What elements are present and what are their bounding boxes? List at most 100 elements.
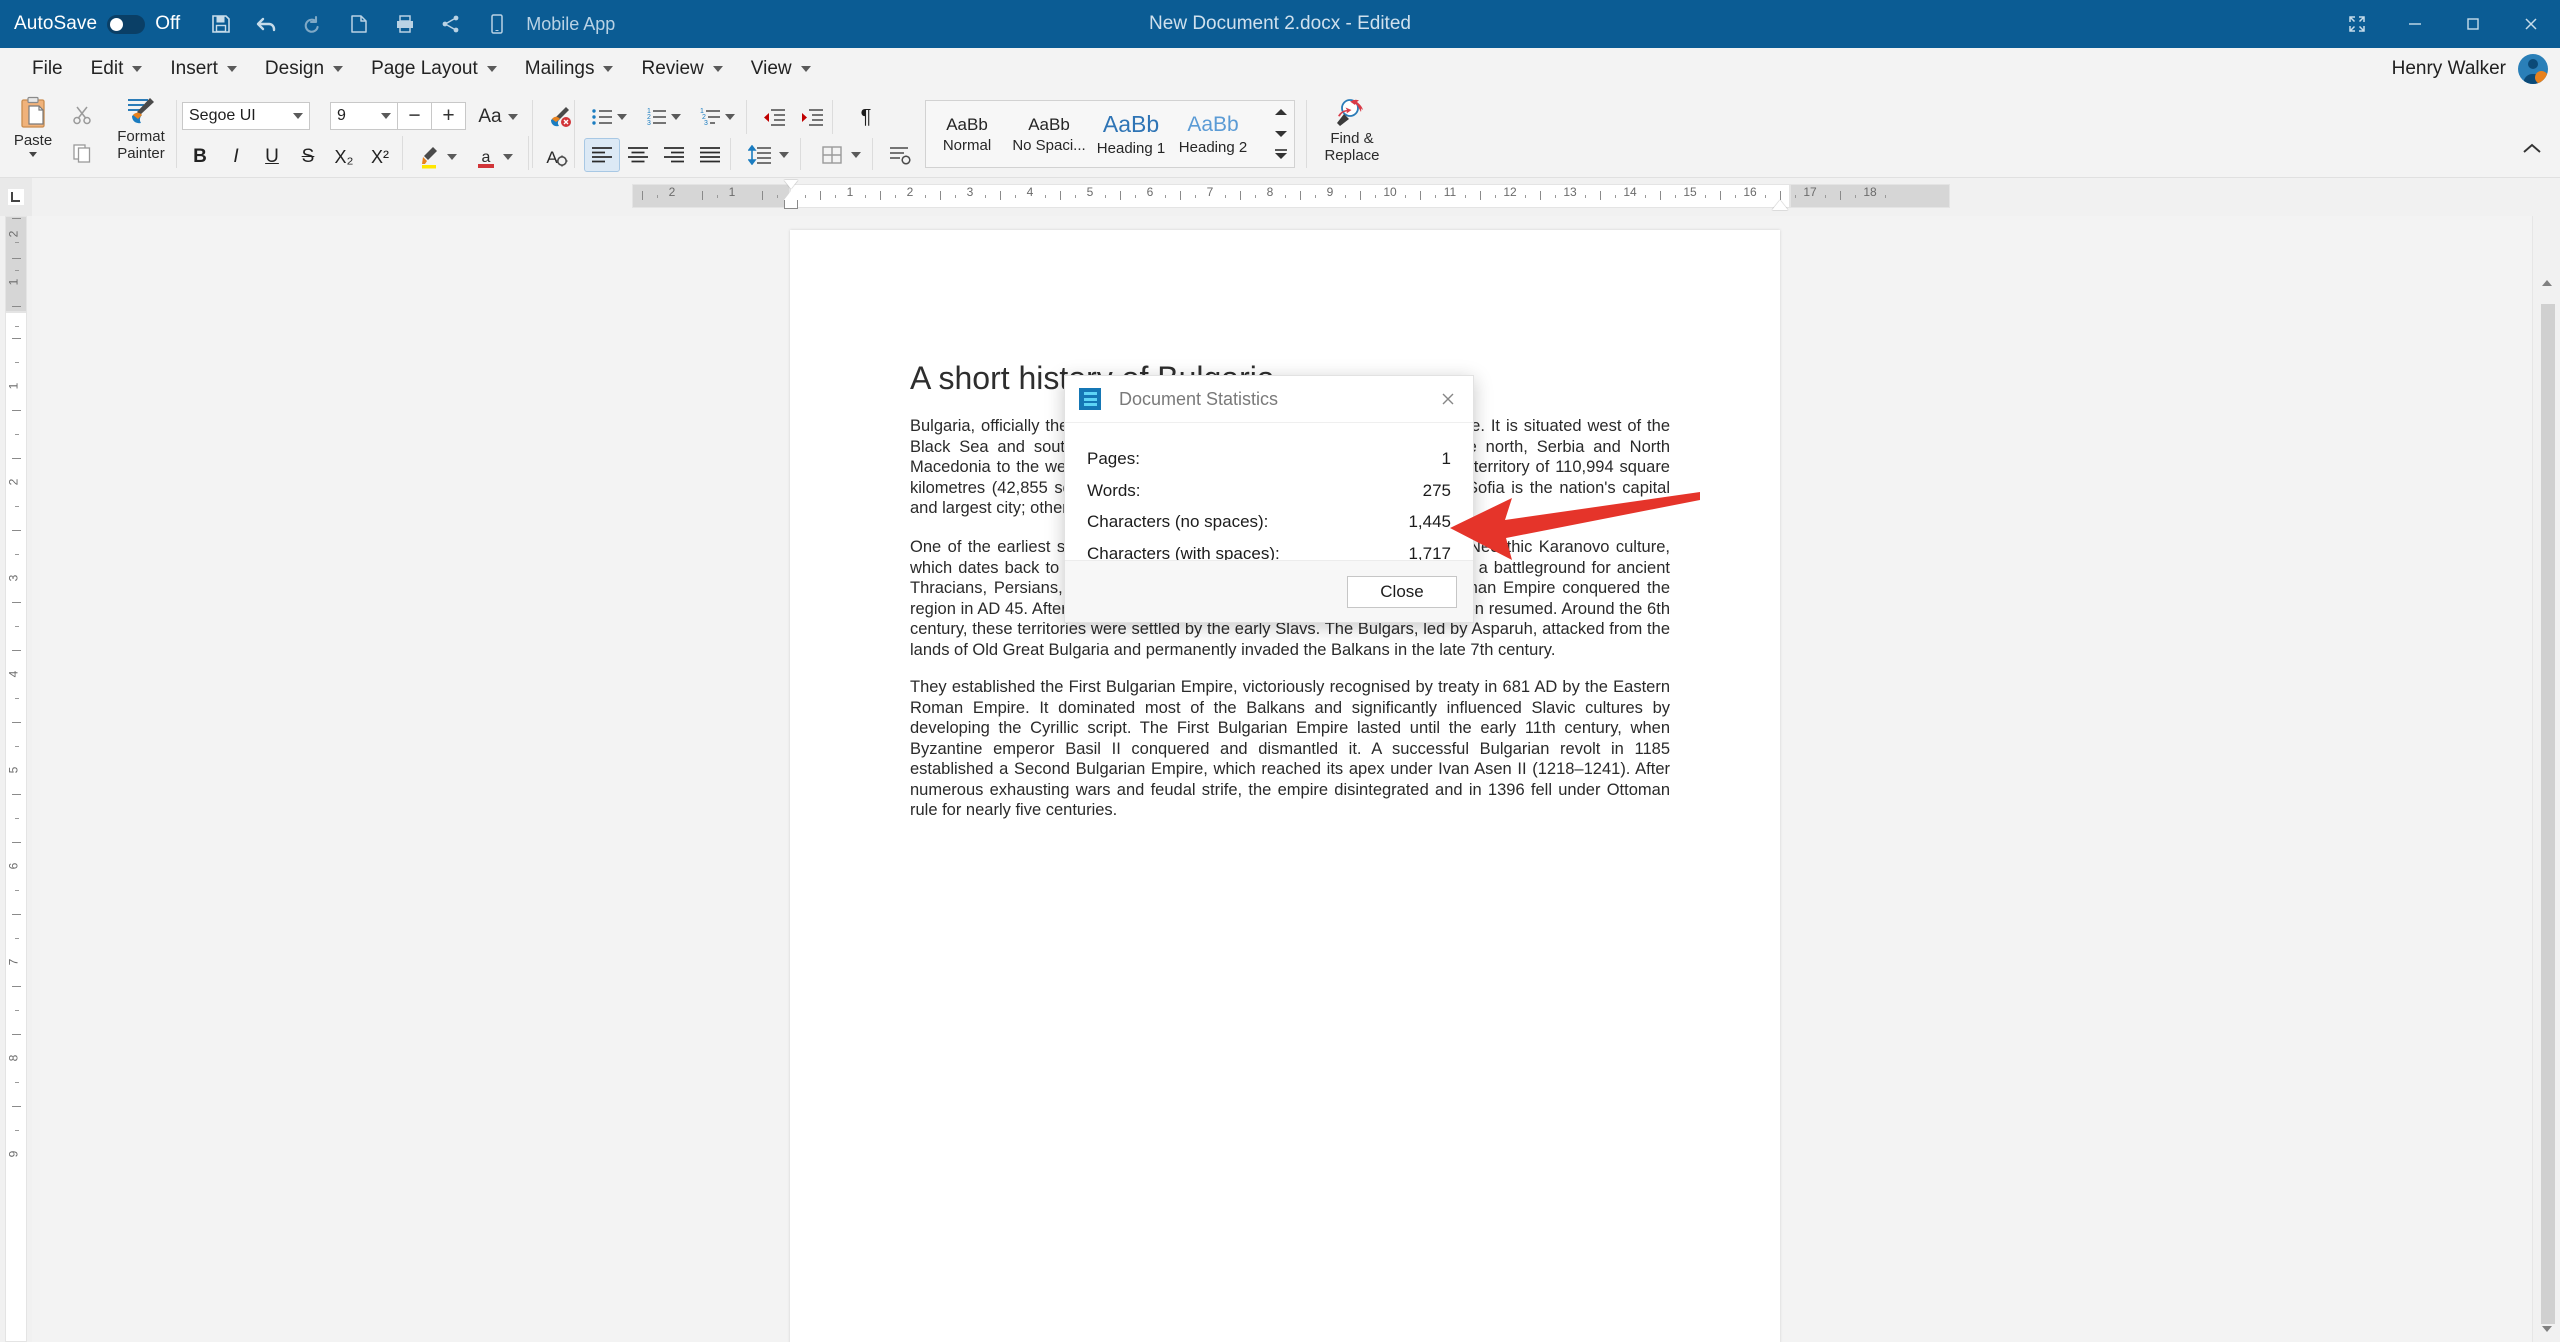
- gallery-scroll-down-icon[interactable]: [1274, 125, 1288, 143]
- font-family-value: Segoe UI: [189, 107, 256, 124]
- chevron-down-icon: [725, 114, 735, 120]
- format-painter-label-2: Painter: [117, 145, 165, 162]
- style-heading-2[interactable]: AaBb Heading 2: [1172, 101, 1254, 167]
- menu-item-review[interactable]: Review: [627, 53, 736, 85]
- left-indent-marker[interactable]: [784, 191, 798, 209]
- font-family-input[interactable]: Segoe UI: [182, 102, 310, 130]
- mobile-app-label[interactable]: Mobile App: [526, 14, 615, 35]
- font-size-input[interactable]: 9: [330, 102, 398, 130]
- divider: [730, 138, 731, 170]
- find-replace-button[interactable]: Find & Replace: [1320, 96, 1384, 174]
- grow-font-button[interactable]: +: [432, 102, 466, 130]
- maximize-icon[interactable]: [2444, 0, 2502, 48]
- borders-dropdown[interactable]: [846, 138, 866, 172]
- show-formatting-marks-button[interactable]: ¶: [848, 100, 884, 134]
- menu-item-file[interactable]: File: [18, 53, 77, 85]
- style-normal[interactable]: AaBb Normal: [926, 101, 1008, 167]
- shrink-font-label: −: [408, 104, 421, 127]
- style-heading-1[interactable]: AaBb Heading 1: [1090, 101, 1172, 167]
- autosave-toggle[interactable]: [107, 14, 146, 34]
- close-icon[interactable]: [2502, 0, 2560, 48]
- new-document-icon[interactable]: [336, 0, 382, 48]
- stat-label: Words:: [1087, 480, 1141, 500]
- menu-item-mailings[interactable]: Mailings: [511, 53, 628, 85]
- fullscreen-icon[interactable]: [2328, 0, 2386, 48]
- superscript-label: X²: [371, 146, 389, 167]
- ruler-number: 4: [6, 670, 21, 678]
- text-effects-button[interactable]: A: [538, 140, 574, 174]
- mobile-icon[interactable]: [474, 0, 520, 48]
- strikethrough-button[interactable]: S: [290, 140, 326, 174]
- subscript-button[interactable]: X₂: [326, 140, 362, 174]
- close-button[interactable]: Close: [1347, 575, 1457, 608]
- tab-stop-selector[interactable]: [0, 178, 32, 216]
- scrollbar-thumb[interactable]: [2541, 304, 2555, 1324]
- decrease-indent-button[interactable]: [756, 100, 792, 134]
- print-icon[interactable]: [382, 0, 428, 48]
- cut-button[interactable]: [64, 98, 100, 132]
- menu-item-page-layout[interactable]: Page Layout: [357, 53, 511, 85]
- line-spacing-button[interactable]: [742, 138, 778, 172]
- italic-button[interactable]: I: [218, 140, 254, 174]
- right-indent-marker[interactable]: [1772, 200, 1788, 210]
- multilevel-list-dropdown[interactable]: [720, 100, 740, 134]
- align-center-button[interactable]: [620, 138, 656, 172]
- find-replace-label-2: Replace: [1324, 147, 1380, 164]
- horizontal-ruler[interactable]: 2 1 1 2 3 4 5 6 7 8 9 10 11 12 13 14 15 …: [32, 178, 2560, 216]
- stat-row-pages: Pages: 1: [1087, 449, 1451, 469]
- chevron-down-icon: [381, 113, 391, 119]
- justify-button[interactable]: [692, 138, 728, 172]
- menu-label: Edit: [90, 58, 124, 79]
- borders-button[interactable]: [814, 138, 850, 172]
- divider: [528, 136, 529, 170]
- dialog-title: Document Statistics: [1119, 388, 1279, 409]
- scroll-up-icon[interactable]: [2533, 270, 2560, 296]
- align-right-button[interactable]: [656, 138, 692, 172]
- share-icon[interactable]: [428, 0, 474, 48]
- gallery-scroll-up-icon[interactable]: [1274, 103, 1288, 121]
- bold-label: B: [193, 146, 207, 167]
- shrink-font-button[interactable]: −: [398, 102, 432, 130]
- menu-label: Review: [641, 58, 704, 79]
- paste-button[interactable]: Paste: [8, 96, 58, 174]
- dialog-close-icon[interactable]: [1429, 380, 1467, 418]
- chevron-down-icon: [132, 66, 143, 72]
- stat-label: Characters (no spaces):: [1087, 512, 1269, 531]
- superscript-button[interactable]: X²: [362, 140, 398, 174]
- highlight-dropdown[interactable]: [442, 140, 462, 174]
- chevron-down-icon: [333, 66, 344, 72]
- font-color-dropdown[interactable]: [498, 140, 518, 174]
- menu-item-view[interactable]: View: [737, 53, 825, 85]
- align-left-button[interactable]: [584, 138, 620, 172]
- style-label: Heading 1: [1096, 140, 1166, 157]
- undo-icon[interactable]: [244, 0, 290, 48]
- clear-formatting-button[interactable]: [542, 100, 578, 134]
- style-no-spacing[interactable]: AaBb No Spaci...: [1008, 101, 1090, 167]
- increase-indent-button[interactable]: [794, 100, 830, 134]
- menu-item-edit[interactable]: Edit: [77, 53, 157, 85]
- bullet-list-dropdown[interactable]: [612, 100, 632, 134]
- minimize-icon[interactable]: [2386, 0, 2444, 48]
- redo-icon[interactable]: [290, 0, 336, 48]
- menu-item-insert[interactable]: Insert: [156, 53, 251, 85]
- save-icon[interactable]: [198, 0, 244, 48]
- format-painter-button[interactable]: Format Painter: [112, 96, 170, 174]
- user-account[interactable]: Henry Walker: [2392, 48, 2548, 90]
- vertical-scrollbar[interactable]: [2532, 216, 2560, 1342]
- vertical-ruler[interactable]: 2 1 1 2 3 4 5 6 7 8 9: [0, 216, 32, 1342]
- bold-button[interactable]: B: [182, 140, 218, 174]
- ruler-number: 14: [1623, 185, 1637, 199]
- paragraph-settings-button[interactable]: [882, 138, 918, 172]
- subscript-label: X₂: [334, 146, 354, 167]
- change-case-button[interactable]: Aa: [472, 100, 524, 134]
- first-line-indent-marker[interactable]: [784, 180, 798, 189]
- line-spacing-dropdown[interactable]: [774, 138, 794, 172]
- menu-item-design[interactable]: Design: [251, 53, 357, 85]
- divider: [832, 100, 833, 134]
- underline-button[interactable]: U: [254, 140, 290, 174]
- scroll-down-icon[interactable]: [2533, 1316, 2560, 1342]
- gallery-expand-icon[interactable]: [1274, 147, 1288, 165]
- numbered-list-dropdown[interactable]: [666, 100, 686, 134]
- collapse-ribbon-icon[interactable]: [2522, 142, 2542, 160]
- copy-button[interactable]: [64, 136, 100, 170]
